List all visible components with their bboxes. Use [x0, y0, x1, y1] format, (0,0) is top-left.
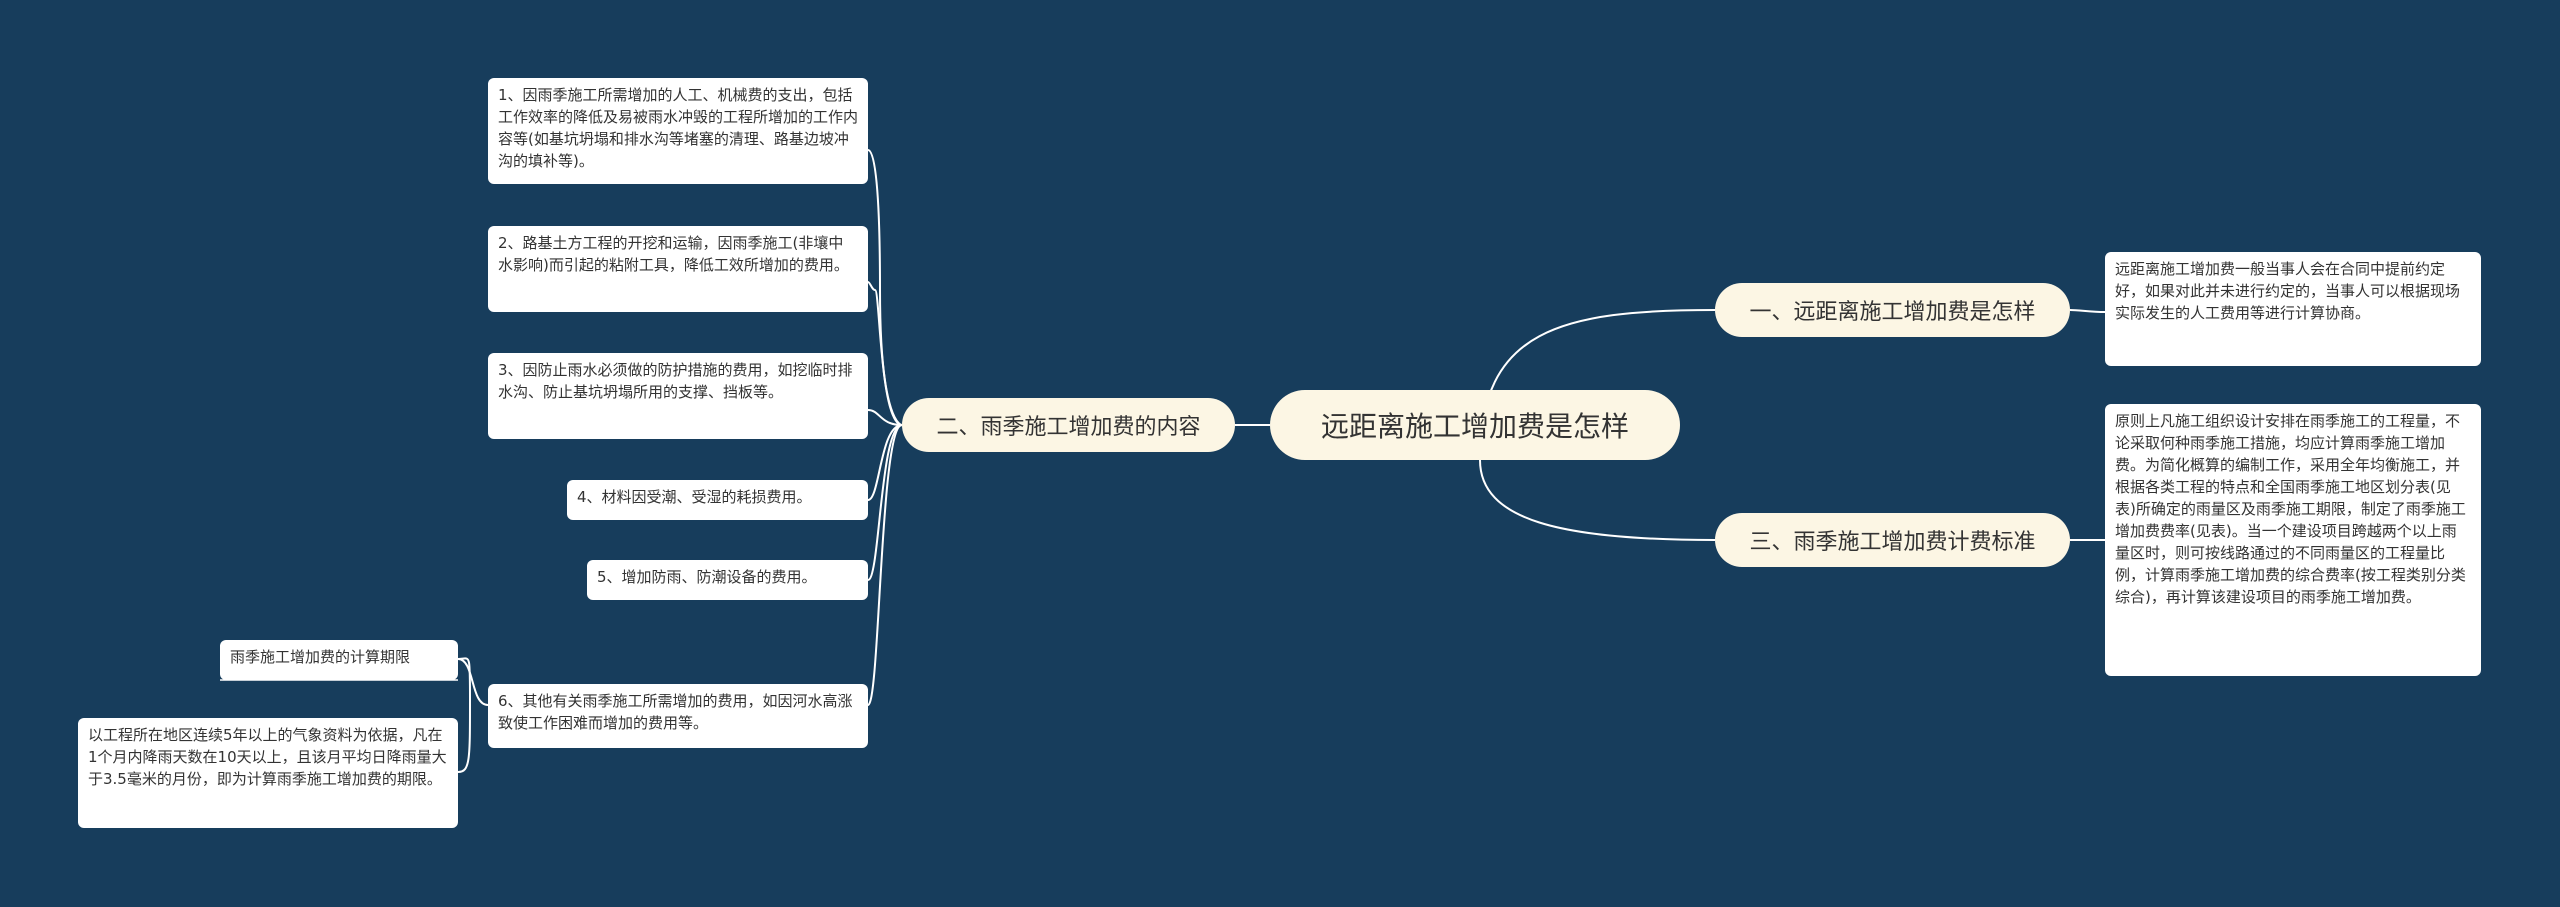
branch-2[interactable]: 二、雨季施工增加费的内容	[902, 398, 1235, 452]
b2-item-6[interactable]: 6、其他有关雨季施工所需增加的费用，如因河水高涨致使工作困难而增加的费用等。	[488, 684, 868, 748]
b2-item-3[interactable]: 3、因防止雨水必须做的防护措施的费用，如挖临时排水沟、防止基坑坍塌所用的支撑、挡…	[488, 353, 868, 439]
branch-1-detail[interactable]: 远距离施工增加费一般当事人会在合同中提前约定好，如果对此并未进行约定的，当事人可…	[2105, 252, 2481, 366]
b2-sub-detail[interactable]: 以工程所在地区连续5年以上的气象资料为依据，凡在1个月内降雨天数在10天以上，且…	[78, 718, 458, 828]
branch-3[interactable]: 三、雨季施工增加费计费标准	[1715, 513, 2070, 567]
link-b2-item2	[867, 281, 903, 426]
b2-item-2[interactable]: 2、路基土方工程的开挖和运输，因雨季施工(非壤中水影响)而引起的粘附工具，降低工…	[488, 226, 868, 312]
root-topic[interactable]: 远距离施工增加费是怎样	[1270, 390, 1680, 460]
link-item6-sub	[457, 658, 489, 706]
link-sub-detail	[457, 657, 471, 773]
branch-3-detail[interactable]: 原则上凡施工组织设计安排在雨季施工的工程量，不论采取何种雨季施工措施，均应计算雨…	[2105, 404, 2481, 676]
link-b1-leaf	[2069, 309, 2106, 313]
b2-item-4[interactable]: 4、材料因受潮、受湿的耗损费用。	[567, 480, 868, 520]
link-root-b3	[1479, 459, 1716, 541]
b2-item-1[interactable]: 1、因雨季施工所需增加的人工、机械费的支出，包括工作效率的降低及易被雨水冲毁的工…	[488, 78, 868, 184]
b2-item-5[interactable]: 5、增加防雨、防潮设备的费用。	[587, 560, 868, 600]
link-b2-item4	[867, 424, 903, 501]
branch-1[interactable]: 一、远距离施工增加费是怎样	[1715, 283, 2070, 337]
b2-sub-title[interactable]: 雨季施工增加费的计算期限	[220, 640, 458, 680]
